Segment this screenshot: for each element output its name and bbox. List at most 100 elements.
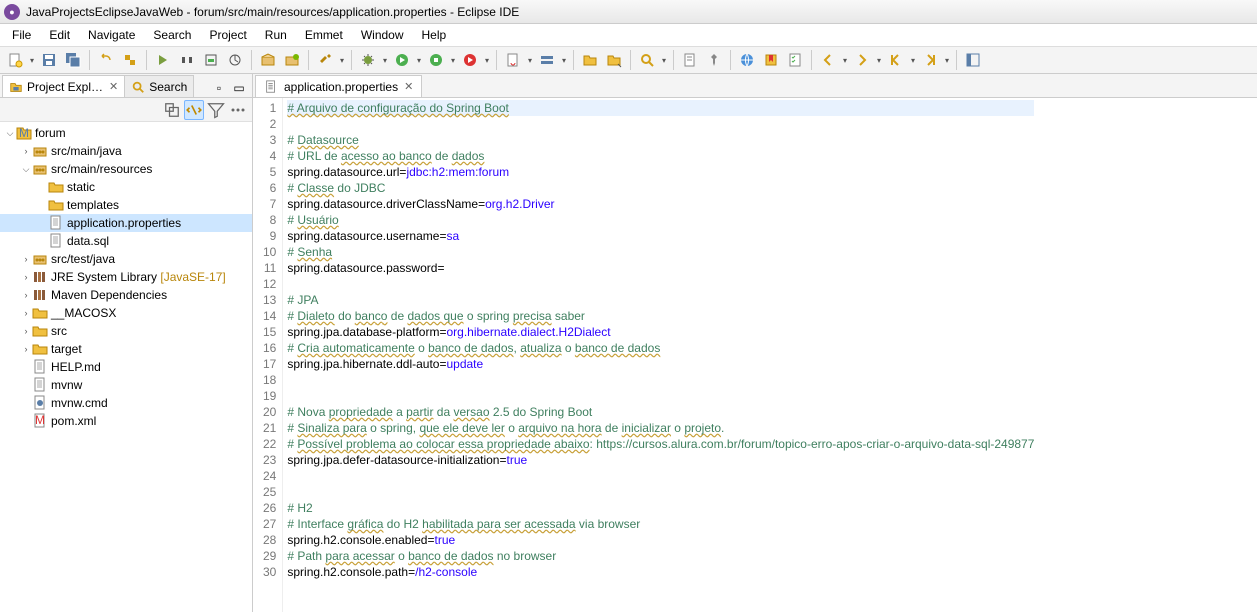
build-button[interactable] [314,49,336,71]
close-icon[interactable]: ✕ [404,80,413,93]
last-dropdown[interactable] [943,56,951,65]
open-button[interactable] [579,49,601,71]
tree-item[interactable]: ›src [0,322,252,340]
new-class-button[interactable] [281,49,303,71]
code-line[interactable]: # Possível problema ao colocar essa prop… [287,436,1034,452]
code-line[interactable]: # Path para acessar o banco de dados no … [287,548,1034,564]
tree-item[interactable]: templates [0,196,252,214]
coverage2-button[interactable] [425,49,447,71]
annotate-button[interactable] [679,49,701,71]
coverage-button[interactable] [200,49,222,71]
code-line[interactable] [287,116,1034,132]
last-button[interactable] [919,49,941,71]
run-external-button[interactable] [224,49,246,71]
back-dropdown[interactable] [841,56,849,65]
twistie-icon[interactable]: › [20,146,32,156]
run-dropdown[interactable] [415,56,423,65]
twistie-icon[interactable]: › [20,290,32,300]
twistie-icon[interactable]: › [20,254,32,264]
bookmark-button[interactable] [760,49,782,71]
focus-icon[interactable]: ▫ [210,79,228,97]
redo-button[interactable] [119,49,141,71]
code-line[interactable]: spring.datasource.password= [287,260,1034,276]
twistie-icon[interactable]: › [20,344,32,354]
code-line[interactable] [287,388,1034,404]
minimize-icon[interactable]: ▭ [230,79,248,97]
tree-item[interactable]: HELP.md [0,358,252,376]
code-line[interactable]: # Classe do JDBC [287,180,1034,196]
run-last-button[interactable] [176,49,198,71]
menu-project[interactable]: Project [201,26,254,44]
run-button[interactable] [391,49,413,71]
code-line[interactable]: # Interface gráfica do H2 habilitada par… [287,516,1034,532]
project-tree[interactable]: ⌵Mforum›src/main/java⌵src/main/resources… [0,122,252,612]
view-tab-0[interactable]: Project Expl…✕ [2,75,125,97]
fwd-dropdown[interactable] [875,56,883,65]
persp-button[interactable] [962,49,984,71]
code-line[interactable] [287,372,1034,388]
code-line[interactable]: spring.jpa.defer-datasource-initializati… [287,452,1034,468]
tree-item[interactable]: ›__MACOSX [0,304,252,322]
code-editor[interactable]: 1234567891011121314151617181920212223242… [253,98,1257,612]
code-line[interactable]: # URL de acesso ao banco de dados [287,148,1034,164]
debug-button[interactable] [357,49,379,71]
twistie-icon[interactable]: › [20,326,32,336]
view-menu-icon[interactable] [228,100,248,120]
tree-item[interactable]: ⌵Mforum [0,124,252,142]
build-dropdown[interactable] [338,56,346,65]
menu-file[interactable]: File [4,26,39,44]
search-button[interactable] [636,49,658,71]
code-line[interactable]: spring.jpa.database-platform=org.hiberna… [287,324,1034,340]
tree-item[interactable]: data.sql [0,232,252,250]
debug-last-button[interactable] [152,49,174,71]
view-tab-1[interactable]: Search [124,75,194,97]
menu-navigate[interactable]: Navigate [80,26,143,44]
code-line[interactable]: # Sinaliza para o spring, que ele deve l… [287,420,1034,436]
newserver-dropdown[interactable] [560,56,568,65]
home-dropdown[interactable] [909,56,917,65]
save-button[interactable] [38,49,60,71]
tree-item[interactable]: Mpom.xml [0,412,252,430]
tree-item[interactable]: ›Maven Dependencies [0,286,252,304]
new-button[interactable] [4,49,26,71]
code-line[interactable]: spring.jpa.hibernate.ddl-auto=update [287,356,1034,372]
search-dropdown[interactable] [660,56,668,65]
code-line[interactable]: # Cria automaticamente o banco de dados,… [287,340,1034,356]
link-editor-icon[interactable] [184,100,204,120]
code-line[interactable]: # H2 [287,500,1034,516]
close-icon[interactable]: ✕ [109,80,118,93]
twistie-icon[interactable]: › [20,308,32,318]
openres-button[interactable] [603,49,625,71]
debug-dropdown[interactable] [381,56,389,65]
newjava-dropdown[interactable] [526,56,534,65]
saveall-button[interactable] [62,49,84,71]
tree-item[interactable]: ›src/test/java [0,250,252,268]
back-button[interactable] [817,49,839,71]
code-line[interactable]: spring.datasource.url=jdbc:h2:mem:forum [287,164,1034,180]
code-line[interactable]: # Arquivo de configuração do Spring Boot [287,100,1034,116]
code-line[interactable] [287,276,1034,292]
menu-edit[interactable]: Edit [41,26,78,44]
code-line[interactable]: # Dialeto do banco de dados que o spring… [287,308,1034,324]
tree-item[interactable]: ›target [0,340,252,358]
collapse-all-icon[interactable] [162,100,182,120]
code-line[interactable]: # Nova propriedade a partir da versao 2.… [287,404,1034,420]
tree-item[interactable]: application.properties [0,214,252,232]
menu-emmet[interactable]: Emmet [297,26,351,44]
tree-item[interactable]: ›src/main/java [0,142,252,160]
undo-button[interactable] [95,49,117,71]
runext-dropdown[interactable] [483,56,491,65]
tree-item[interactable]: mvnw [0,376,252,394]
code-line[interactable]: # JPA [287,292,1034,308]
code-line[interactable] [287,468,1034,484]
tree-item[interactable]: ›JRE System Library [JavaSE-17] [0,268,252,286]
tree-item[interactable]: static [0,178,252,196]
code-line[interactable]: spring.h2.console.enabled=true [287,532,1034,548]
menu-window[interactable]: Window [353,26,412,44]
code-line[interactable]: spring.datasource.username=sa [287,228,1034,244]
code-line[interactable] [287,484,1034,500]
code-line[interactable]: # Datasource [287,132,1034,148]
code-line[interactable]: spring.h2.console.path=/h2-console [287,564,1034,580]
code-line[interactable]: # Usuário [287,212,1034,228]
tree-item[interactable]: mvnw.cmd [0,394,252,412]
